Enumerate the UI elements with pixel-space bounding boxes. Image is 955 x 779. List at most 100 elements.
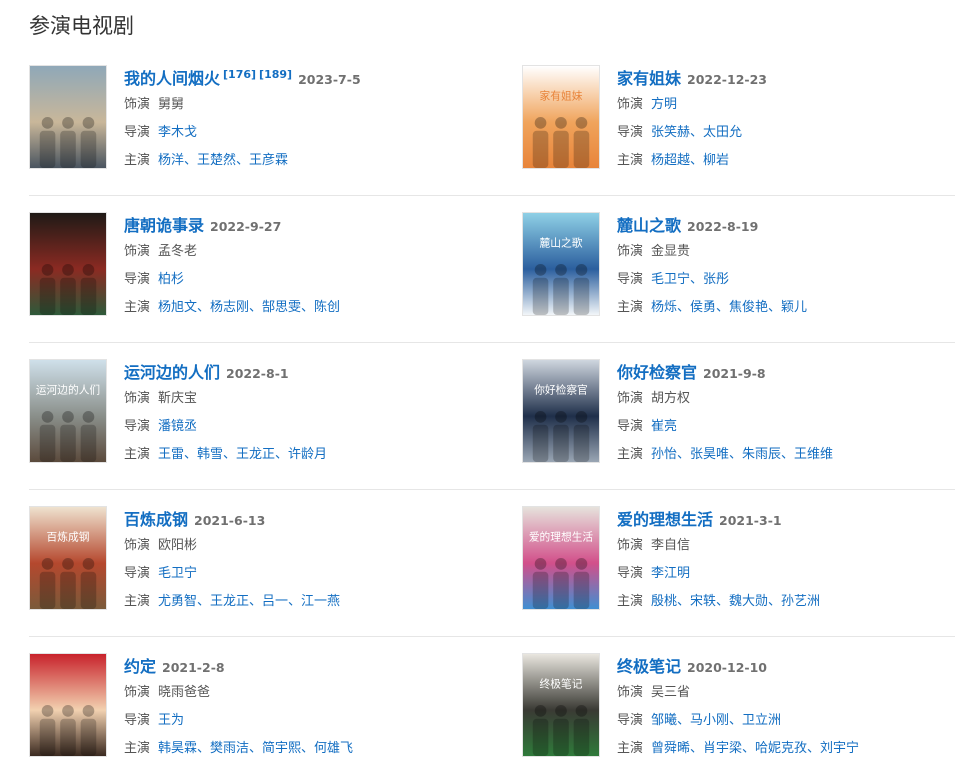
show-row: 运河边的人们 运河边的人们 2022-8-1 饰演 靳庆宝 导演 潘镜丞 主演 王雷、韩雪、王龙… bbox=[29, 343, 955, 490]
director-label: 导演 bbox=[124, 125, 151, 140]
cast-label: 主演 bbox=[617, 300, 644, 315]
show-card: 家有姐妹 家有姐妹 2022-12-23 饰演 方明 导演 张笑赫、太田允 主演 杨超越、柳岩 bbox=[522, 49, 942, 196]
director-line: 导演 潘镜丞 bbox=[124, 413, 454, 441]
show-title-line: 运河边的人们 2022-8-1 bbox=[124, 359, 454, 385]
director-value[interactable]: 李江明 bbox=[651, 566, 690, 581]
show-title-line: 麓山之歌 2022-8-19 bbox=[617, 212, 947, 238]
show-poster[interactable]: 你好检察官 bbox=[522, 359, 600, 463]
role-line: 饰演 金显贵 bbox=[617, 238, 947, 266]
show-title-link[interactable]: 约定 bbox=[124, 657, 156, 676]
director-value[interactable]: 毛卫宁、张彤 bbox=[651, 272, 729, 287]
show-title-link[interactable]: 麓山之歌 bbox=[617, 216, 681, 235]
show-info: 运河边的人们 2022-8-1 饰演 靳庆宝 导演 潘镜丞 主演 王雷、韩雪、王龙正、许龄月 bbox=[124, 359, 454, 469]
role-value: 金显贵 bbox=[651, 244, 691, 259]
show-title-link[interactable]: 你好检察官 bbox=[617, 363, 697, 382]
cast-value[interactable]: 尤勇智、王龙正、吕一、江一燕 bbox=[158, 594, 340, 609]
cast-label: 主演 bbox=[617, 447, 644, 462]
show-poster[interactable]: 爱的理想生活 bbox=[522, 506, 600, 610]
show-poster[interactable] bbox=[29, 653, 107, 757]
poster-title-text: 百炼成钢 bbox=[47, 530, 90, 543]
role-line: 饰演 舅舅 bbox=[124, 91, 454, 119]
show-card: 百炼成钢 百炼成钢 2021-6-13 饰演 欧阳彬 导演 毛卫宁 主演 尤勇智、王龙正、吕一、… bbox=[29, 490, 449, 637]
show-poster[interactable]: 麓山之歌 bbox=[522, 212, 600, 316]
role-value: 胡方权 bbox=[651, 391, 691, 406]
director-value[interactable]: 王为 bbox=[158, 713, 184, 728]
director-label: 导演 bbox=[124, 713, 151, 728]
show-title-line: 你好检察官 2021-9-8 bbox=[617, 359, 947, 385]
show-poster[interactable]: 运河边的人们 bbox=[29, 359, 107, 463]
show-poster[interactable]: 终极笔记 bbox=[522, 653, 600, 757]
poster-title-text: 麓山之歌 bbox=[540, 236, 583, 249]
show-info: 家有姐妹 2022-12-23 饰演 方明 导演 张笑赫、太田允 主演 杨超越、柳岩 bbox=[617, 65, 947, 175]
role-value: 李自信 bbox=[651, 538, 691, 553]
reference-link[interactable]: [189] bbox=[259, 68, 292, 81]
cast-value[interactable]: 孙怡、张昊唯、朱雨辰、王维维 bbox=[651, 447, 833, 462]
show-poster[interactable]: 百炼成钢 bbox=[29, 506, 107, 610]
show-date: 2022-8-19 bbox=[687, 219, 759, 234]
show-title-link[interactable]: 唐朝诡事录 bbox=[124, 216, 204, 235]
cast-value[interactable]: 殷桃、宋轶、魏大勋、孙艺洲 bbox=[651, 594, 820, 609]
role-value[interactable]: 方明 bbox=[651, 97, 677, 112]
show-date: 2021-6-13 bbox=[194, 513, 266, 528]
show-title-line: 爱的理想生活 2021-3-1 bbox=[617, 506, 947, 532]
cast-value[interactable]: 杨烁、侯勇、焦俊艳、颖儿 bbox=[651, 300, 807, 315]
cast-line: 主演 杨旭文、杨志刚、郜思雯、陈创 bbox=[124, 294, 454, 322]
director-value[interactable]: 崔亮 bbox=[651, 419, 677, 434]
director-label: 导演 bbox=[617, 419, 644, 434]
role-label: 饰演 bbox=[124, 244, 151, 259]
show-date: 2020-12-10 bbox=[687, 660, 767, 675]
show-title-link[interactable]: 家有姐妹 bbox=[617, 69, 681, 88]
role-label: 饰演 bbox=[124, 391, 151, 406]
tv-series-grid: 我的人间烟火 [176] [189] 2023-7-5 饰演 舅舅 导演 李木戈 主演 杨洋、王楚… bbox=[29, 49, 955, 779]
director-value[interactable]: 邹曦、马小刚、卫立洲 bbox=[651, 713, 781, 728]
poster-title-text: 家有姐妹 bbox=[540, 89, 583, 102]
cast-line: 主演 韩昊霖、樊雨洁、简宇熙、何雄飞 bbox=[124, 735, 454, 763]
show-info: 百炼成钢 2021-6-13 饰演 欧阳彬 导演 毛卫宁 主演 尤勇智、王龙正、吕一、江一燕 bbox=[124, 506, 454, 616]
director-value[interactable]: 潘镜丞 bbox=[158, 419, 197, 434]
show-poster[interactable]: 家有姐妹 bbox=[522, 65, 600, 169]
cast-value[interactable]: 曾舜晞、肖宇梁、哈妮克孜、刘宇宁 bbox=[651, 741, 859, 756]
cast-label: 主演 bbox=[617, 741, 644, 756]
director-label: 导演 bbox=[124, 272, 151, 287]
cast-value[interactable]: 韩昊霖、樊雨洁、简宇熙、何雄飞 bbox=[158, 741, 353, 756]
show-title-link[interactable]: 终极笔记 bbox=[617, 657, 681, 676]
show-date: 2022-12-23 bbox=[687, 72, 767, 87]
poster-title-text: 终极笔记 bbox=[540, 677, 583, 690]
role-value: 吴三省 bbox=[651, 685, 691, 700]
cast-value[interactable]: 杨洋、王楚然、王彦霖 bbox=[158, 153, 288, 168]
director-value[interactable]: 张笑赫、太田允 bbox=[651, 125, 742, 140]
show-poster[interactable] bbox=[29, 65, 107, 169]
director-label: 导演 bbox=[617, 125, 644, 140]
cast-label: 主演 bbox=[617, 594, 644, 609]
show-title-link[interactable]: 运河边的人们 bbox=[124, 363, 220, 382]
cast-value[interactable]: 王雷、韩雪、王龙正、许龄月 bbox=[158, 447, 327, 462]
director-value[interactable]: 毛卫宁 bbox=[158, 566, 197, 581]
cast-line: 主演 殷桃、宋轶、魏大勋、孙艺洲 bbox=[617, 588, 947, 616]
cast-value[interactable]: 杨旭文、杨志刚、郜思雯、陈创 bbox=[158, 300, 340, 315]
director-line: 导演 崔亮 bbox=[617, 413, 947, 441]
cast-line: 主演 杨烁、侯勇、焦俊艳、颖儿 bbox=[617, 294, 947, 322]
role-label: 饰演 bbox=[124, 685, 151, 700]
role-line: 饰演 胡方权 bbox=[617, 385, 947, 413]
cast-line: 主演 曾舜晞、肖宇梁、哈妮克孜、刘宇宁 bbox=[617, 735, 947, 763]
director-value[interactable]: 李木戈 bbox=[158, 125, 197, 140]
show-poster[interactable] bbox=[29, 212, 107, 316]
show-date: 2021-2-8 bbox=[162, 660, 225, 675]
show-title-link[interactable]: 爱的理想生活 bbox=[617, 510, 713, 529]
cast-label: 主演 bbox=[124, 594, 151, 609]
show-date: 2023-7-5 bbox=[298, 72, 361, 87]
cast-line: 主演 尤勇智、王龙正、吕一、江一燕 bbox=[124, 588, 454, 616]
role-line: 饰演 孟冬老 bbox=[124, 238, 454, 266]
cast-value[interactable]: 杨超越、柳岩 bbox=[651, 153, 729, 168]
director-line: 导演 毛卫宁、张彤 bbox=[617, 266, 947, 294]
reference-link[interactable]: [176] bbox=[223, 68, 256, 81]
show-row: 唐朝诡事录 2022-9-27 饰演 孟冬老 导演 柏杉 主演 杨旭文、杨志刚、郜思雯、陈创麓… bbox=[29, 196, 955, 343]
show-title-link[interactable]: 百炼成钢 bbox=[124, 510, 188, 529]
cast-label: 主演 bbox=[124, 447, 151, 462]
director-value[interactable]: 柏杉 bbox=[158, 272, 184, 287]
show-card: 麓山之歌 麓山之歌 2022-8-19 饰演 金显贵 导演 毛卫宁、张彤 主演 杨烁、侯勇、焦俊… bbox=[522, 196, 942, 343]
show-title-link[interactable]: 我的人间烟火 bbox=[124, 69, 220, 88]
role-line: 饰演 晓雨爸爸 bbox=[124, 679, 454, 707]
role-label: 饰演 bbox=[617, 244, 644, 259]
show-info: 爱的理想生活 2021-3-1 饰演 李自信 导演 李江明 主演 殷桃、宋轶、魏大勋、孙艺洲 bbox=[617, 506, 947, 616]
